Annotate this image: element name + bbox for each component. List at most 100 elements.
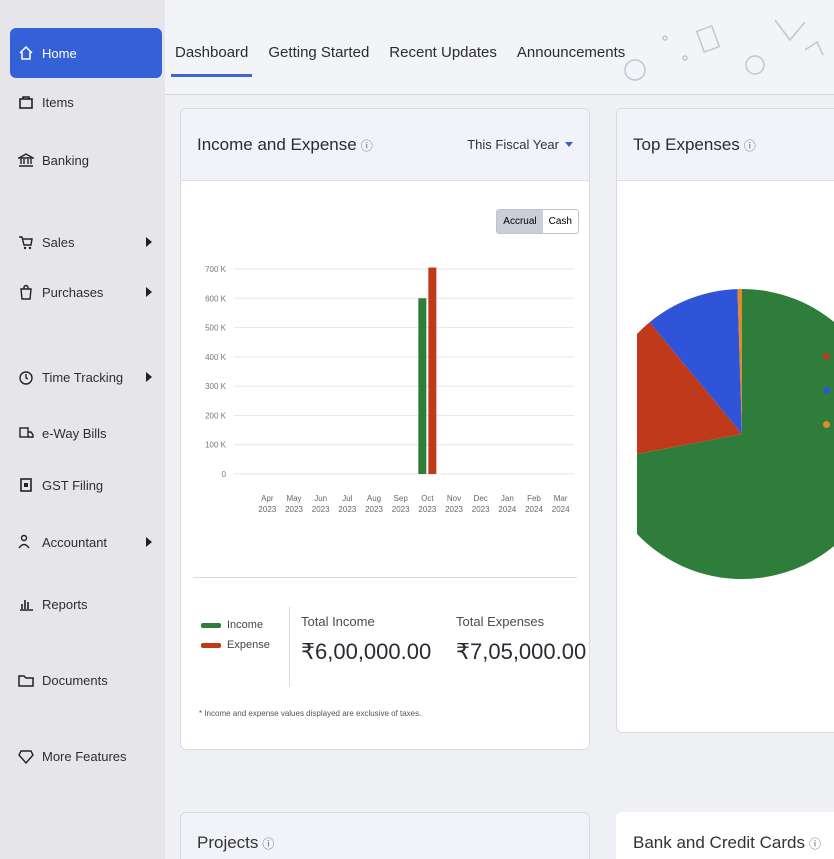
- sidebar-item-label: GST Filing: [42, 477, 104, 493]
- help-icon[interactable]: ⓘ: [361, 139, 373, 153]
- sidebar-item-label: More Features: [42, 748, 127, 764]
- tab-dashboard[interactable]: Dashboard: [170, 44, 253, 77]
- sidebar-item-label: Reports: [42, 596, 88, 612]
- card-title: Income and Expense ⓘ: [197, 134, 373, 154]
- sidebar-item-accountant[interactable]: Accountant: [10, 522, 162, 562]
- cart-icon: [18, 234, 34, 250]
- card-title: Top Expenses ⓘ: [633, 134, 756, 154]
- x-tick-label: Feb: [527, 494, 541, 503]
- bar-income[interactable]: [418, 298, 427, 474]
- legend-dot: [823, 421, 830, 428]
- sidebar-item-label: Sales: [42, 234, 75, 250]
- legend-dot: [823, 319, 830, 326]
- top-expenses-card: Top Expenses ⓘ: [616, 108, 834, 733]
- sidebar-item-label: Banking: [42, 152, 89, 168]
- help-icon[interactable]: ⓘ: [809, 837, 821, 851]
- accrual-button[interactable]: Accrual: [497, 210, 543, 233]
- legend-income: Income: [227, 619, 264, 631]
- sidebar-item-time-tracking[interactable]: Time Tracking: [10, 357, 162, 397]
- total-income-value: ₹6,00,000.00: [301, 639, 432, 664]
- x-tick-label: Apr: [261, 494, 274, 503]
- x-tick-label: Sep: [394, 494, 409, 503]
- card-title: Bank and Credit Cards: [633, 833, 805, 852]
- x-tick-label: 2023: [445, 505, 463, 514]
- x-tick-label: 2023: [392, 505, 410, 514]
- x-tick-label: Dec: [474, 494, 488, 503]
- y-tick-label: 100 K: [205, 441, 227, 450]
- bar-expense[interactable]: [428, 267, 437, 474]
- shopping-bag-icon: [18, 284, 34, 300]
- x-tick-label: 2023: [472, 505, 490, 514]
- chevron-right-icon: [146, 287, 152, 297]
- chevron-right-icon: [146, 237, 152, 247]
- y-tick-label: 400 K: [205, 353, 227, 362]
- header-tab-bar: Dashboard Getting Started Recent Updates…: [165, 0, 834, 95]
- top-expenses-pie-chart: [637, 289, 834, 579]
- sidebar-item-purchases[interactable]: Purchases: [10, 272, 162, 312]
- x-tick-label: Nov: [447, 494, 461, 503]
- total-income: Total Income ₹6,00,000.00: [301, 614, 431, 665]
- x-tick-label: 2023: [258, 505, 276, 514]
- sidebar-item-label: e-Way Bills: [42, 425, 107, 441]
- x-tick-label: 2024: [525, 505, 543, 514]
- x-tick-label: Oct: [421, 494, 434, 503]
- expense-swatch: [201, 642, 221, 648]
- pie-legend: [823, 319, 834, 455]
- clock-icon: [18, 369, 34, 385]
- x-tick-label: 2023: [365, 505, 383, 514]
- x-tick-label: Aug: [367, 494, 381, 503]
- sidebar-item-label: Items: [42, 94, 74, 110]
- x-tick-label: 2023: [418, 505, 436, 514]
- x-tick-label: Mar: [554, 494, 568, 503]
- total-income-label: Total Income: [301, 614, 375, 629]
- accrual-cash-toggle: Accrual Cash: [496, 209, 579, 234]
- sidebar-item-banking[interactable]: Banking: [10, 140, 162, 180]
- x-tick-label: Jun: [314, 494, 327, 503]
- x-tick-label: 2023: [312, 505, 330, 514]
- cash-button[interactable]: Cash: [543, 210, 578, 233]
- sidebar-item-items[interactable]: Items: [10, 82, 162, 122]
- income-expense-bar-chart: 0 100 K 200 K 300 K 400 K 500 K 600 K 700 K Apr 2…: [205, 265, 574, 514]
- tab-announcements[interactable]: Announcements: [517, 44, 625, 77]
- y-tick-label: 0: [222, 470, 227, 479]
- help-icon[interactable]: ⓘ: [744, 139, 756, 153]
- x-tick-label: Jan: [501, 494, 514, 503]
- sidebar-item-label: Time Tracking: [42, 369, 124, 385]
- x-tick-label: 2024: [552, 505, 570, 514]
- tab-getting-started[interactable]: Getting Started: [268, 44, 369, 77]
- x-tick-label: Jul: [342, 494, 352, 503]
- bank-cards-card: Bank and Credit Cards ⓘ: [616, 812, 834, 859]
- legend-expense: Expense: [227, 639, 270, 651]
- x-tick-label: 2023: [338, 505, 356, 514]
- tab-recent-updates[interactable]: Recent Updates: [389, 44, 497, 77]
- sidebar-item-sales[interactable]: Sales: [10, 222, 162, 262]
- sidebar-item-eway-bills[interactable]: e-Way Bills: [10, 413, 162, 453]
- income-swatch: [201, 622, 221, 628]
- bag-icon: [18, 94, 34, 110]
- gem-icon: [18, 748, 34, 764]
- sidebar-item-label: Documents: [42, 672, 108, 688]
- sidebar-item-gst-filing[interactable]: GST Filing: [10, 465, 162, 505]
- sidebar-item-more-features[interactable]: More Features: [10, 736, 162, 776]
- sidebar-item-documents[interactable]: Documents: [10, 660, 162, 700]
- sidebar-item-reports[interactable]: Reports: [10, 584, 162, 624]
- card-title: Projects: [197, 833, 259, 852]
- help-icon[interactable]: ⓘ: [262, 837, 274, 851]
- total-expenses-label: Total Expenses: [456, 614, 545, 629]
- file-icon: [18, 477, 34, 493]
- total-expenses: Total Expenses ₹7,05,000.00: [456, 614, 586, 665]
- sidebar-item-home[interactable]: Home: [10, 28, 162, 78]
- bank-icon: [18, 152, 34, 168]
- total-expenses-value: ₹7,05,000.00: [456, 639, 587, 664]
- chevron-right-icon: [146, 372, 152, 382]
- user-group-icon: [18, 534, 34, 550]
- home-icon: [18, 45, 34, 61]
- y-tick-label: 200 K: [205, 411, 227, 420]
- legend-dot: [823, 353, 830, 360]
- folder-icon: [18, 672, 34, 688]
- chevron-right-icon: [146, 537, 152, 547]
- y-tick-label: 600 K: [205, 294, 227, 303]
- x-tick-label: May: [286, 494, 301, 503]
- fiscal-period-dropdown[interactable]: This Fiscal Year: [467, 137, 573, 152]
- chevron-down-icon: [565, 142, 573, 147]
